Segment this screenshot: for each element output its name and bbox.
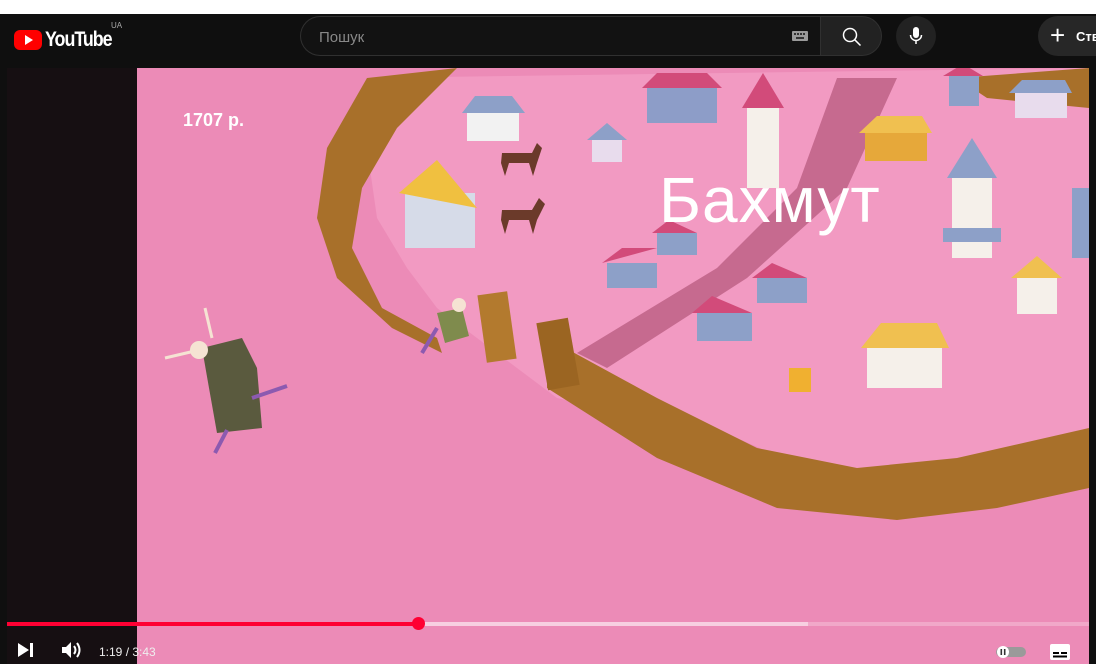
- youtube-play-icon: [14, 30, 42, 50]
- subtitles-icon[interactable]: [1049, 643, 1071, 661]
- voice-search-button[interactable]: [896, 16, 936, 56]
- current-time: 1:19: [99, 645, 123, 659]
- year-caption: 1707 р.: [183, 110, 245, 130]
- create-button[interactable]: + Ств: [1038, 16, 1096, 56]
- microphone-icon: [909, 27, 923, 44]
- search-button[interactable]: [820, 16, 882, 56]
- plus-icon: +: [1050, 20, 1066, 50]
- youtube-window: YouTube UA + Ств: [0, 0, 1096, 664]
- youtube-logo[interactable]: YouTube: [14, 27, 123, 53]
- duration: 3:43: [132, 645, 156, 659]
- masthead: YouTube UA + Ств: [0, 14, 1096, 68]
- search-input[interactable]: [317, 17, 781, 57]
- video-illustration: [164, 68, 1089, 520]
- video-frame[interactable]: 1707 р. Бахмут: [137, 68, 1089, 664]
- browser-top-strip: [0, 0, 1096, 14]
- progress-bar[interactable]: [7, 617, 1089, 630]
- next-icon[interactable]: [17, 642, 35, 658]
- search-box: [300, 16, 820, 57]
- volume-icon[interactable]: [61, 641, 83, 659]
- player-controls: 1:19 / 3:43: [7, 634, 1089, 664]
- logo-text: YouTube: [45, 28, 113, 51]
- well: [789, 368, 811, 392]
- keyboard-icon[interactable]: [792, 31, 808, 41]
- progress-played: [7, 622, 419, 626]
- country-code: UA: [111, 21, 123, 30]
- city-caption: Бахмут: [659, 164, 881, 236]
- autoplay-toggle-icon[interactable]: [995, 645, 1027, 659]
- time-separator: /: [122, 645, 133, 659]
- create-label: Ств: [1076, 29, 1096, 44]
- time-display: 1:19 / 3:43: [99, 645, 156, 659]
- video-letterbox: [7, 68, 137, 664]
- falling-woman: [164, 307, 288, 454]
- search-icon: [842, 27, 862, 47]
- video-player[interactable]: 1707 р. Бахмут 1:19 / 3:43: [7, 68, 1089, 664]
